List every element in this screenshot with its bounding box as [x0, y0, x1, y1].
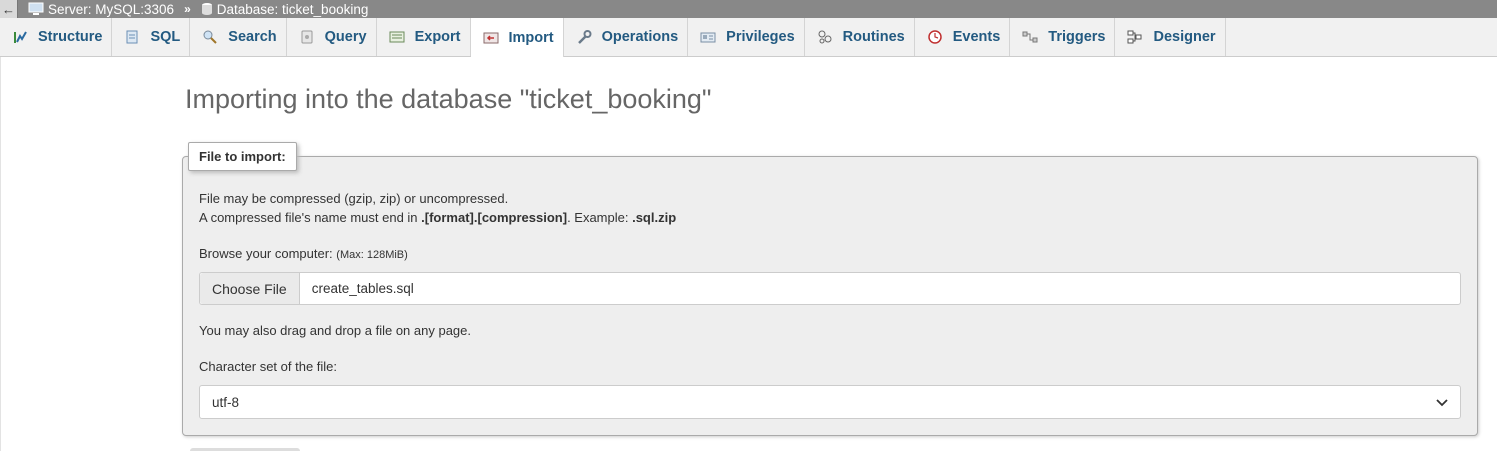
charset-selected-value: utf-8	[212, 394, 240, 410]
breadcrumb-database[interactable]: Database: ticket_booking	[201, 2, 369, 17]
tab-events-label[interactable]: Events	[953, 29, 1001, 45]
clock-icon	[927, 29, 943, 45]
tab-search-label[interactable]: Search	[228, 29, 276, 45]
designer-icon	[1127, 29, 1143, 45]
sql-icon	[124, 29, 140, 45]
page-title: Importing into the database "ticket_book…	[185, 84, 712, 114]
tab-routines[interactable]: Routines	[805, 18, 915, 56]
drag-drop-note: You may also drag and drop a file on any…	[199, 323, 471, 338]
selected-file-name: create_tables.sql	[311, 281, 414, 296]
choose-file-button[interactable]: Choose File	[200, 273, 300, 304]
tab-designer-label[interactable]: Designer	[1153, 29, 1215, 45]
search-icon	[202, 29, 218, 45]
compression-note-line1: File may be compressed (gzip, zip) or un…	[199, 191, 509, 206]
tab-import[interactable]: Import	[470, 18, 564, 57]
wrench-icon	[576, 29, 592, 45]
tab-triggers[interactable]: Triggers	[1010, 18, 1116, 56]
tab-query[interactable]: Query	[287, 18, 377, 56]
privileges-icon	[700, 29, 716, 45]
compression-note-prefix: A compressed file's name must end in	[199, 210, 422, 225]
tab-structure-label[interactable]: Structure	[38, 29, 102, 45]
query-icon	[299, 29, 315, 45]
compression-note-line2: A compressed file's name must end in .[f…	[199, 210, 676, 225]
breadcrumb-separator: »	[184, 2, 191, 16]
tab-sql[interactable]: SQL	[112, 18, 191, 56]
tab-designer[interactable]: Designer	[1115, 18, 1226, 56]
tab-privileges[interactable]: Privileges	[688, 18, 805, 56]
chevron-down-icon	[1436, 395, 1448, 410]
charset-label: Character set of the file:	[199, 359, 338, 374]
tab-search[interactable]: Search	[190, 18, 287, 56]
tab-structure[interactable]: Structure	[0, 18, 113, 56]
export-icon	[389, 29, 405, 45]
left-divider	[0, 57, 1, 451]
breadcrumb: ← Server: MySQL:3306 » Database: ticket_…	[0, 0, 1497, 18]
tab-operations[interactable]: Operations	[564, 18, 689, 56]
tab-routines-label[interactable]: Routines	[843, 29, 905, 45]
breadcrumb-database-label[interactable]: Database: ticket_booking	[217, 2, 369, 17]
tab-sql-label[interactable]: SQL	[150, 29, 180, 45]
tab-export[interactable]: Export	[377, 18, 471, 56]
tab-privileges-label[interactable]: Privileges	[726, 29, 795, 45]
tab-operations-label[interactable]: Operations	[602, 29, 679, 45]
routines-icon	[817, 29, 833, 45]
file-to-import-legend: File to import:	[188, 142, 297, 171]
tab-triggers-label[interactable]: Triggers	[1048, 29, 1105, 45]
tab-import-label[interactable]: Import	[509, 30, 554, 46]
breadcrumb-server-label[interactable]: Server: MySQL:3306	[48, 2, 174, 17]
browse-label: Browse your computer: (Max: 128MiB)	[199, 246, 408, 261]
tab-query-label[interactable]: Query	[325, 29, 367, 45]
file-input[interactable]: Choose File create_tables.sql	[199, 272, 1461, 305]
structure-icon	[12, 29, 28, 45]
browse-label-text: Browse your computer:	[199, 246, 337, 261]
compression-format-text: .[format].[compression]	[421, 210, 568, 225]
breadcrumb-server[interactable]: Server: MySQL:3306	[28, 2, 174, 17]
database-icon	[201, 3, 212, 15]
charset-select[interactable]: utf-8	[199, 385, 1461, 419]
import-icon	[483, 30, 499, 46]
tab-export-label[interactable]: Export	[415, 29, 461, 45]
compression-note-middle: . Example:	[567, 210, 633, 225]
compression-example-text: .sql.zip	[632, 210, 677, 225]
max-size-note: (Max: 128MiB)	[336, 249, 408, 261]
database-tabs: Structure SQL Search Query Export Import…	[0, 18, 1497, 57]
tab-events[interactable]: Events	[915, 18, 1011, 56]
triggers-icon	[1022, 29, 1038, 45]
server-icon	[28, 2, 44, 15]
back-arrow-icon[interactable]: ←	[0, 0, 18, 18]
